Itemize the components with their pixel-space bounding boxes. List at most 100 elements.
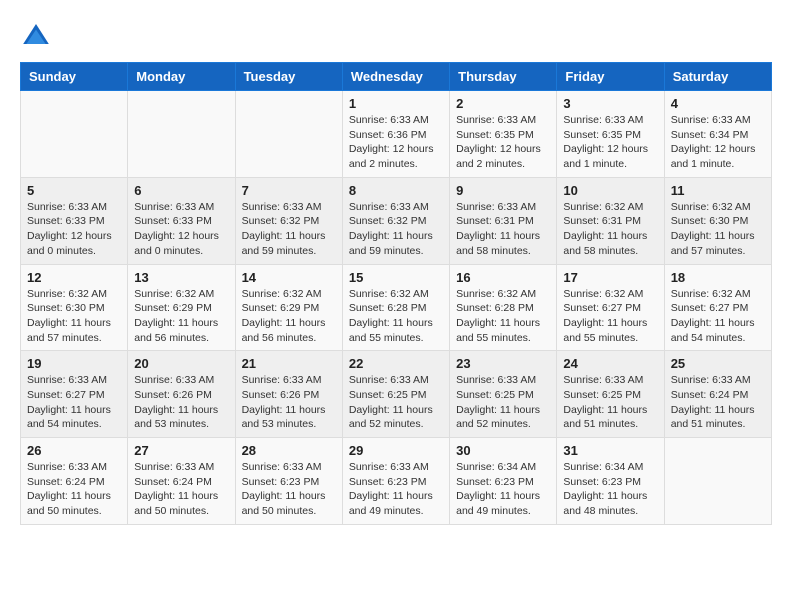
day-number: 23 [456,356,550,371]
calendar-cell: 12 Sunrise: 6:32 AMSunset: 6:30 PMDayligh… [21,264,128,351]
day-info: Sunrise: 6:33 AMSunset: 6:32 PMDaylight:… [242,200,336,259]
day-number: 6 [134,183,228,198]
day-info: Sunrise: 6:33 AMSunset: 6:35 PMDaylight:… [456,113,550,172]
day-of-week-header: Sunday [21,63,128,91]
calendar-week-row: 19Sunrise: 6:33 AMSunset: 6:27 PMDayligh… [21,351,772,438]
calendar-cell: 5 Sunrise: 6:33 AMSunset: 6:33 PMDaylight… [21,177,128,264]
day-info: Sunrise: 6:32 AMSunset: 6:31 PMDaylight:… [563,200,657,259]
day-info: Sunrise: 6:33 AMSunset: 6:25 PMDaylight:… [563,373,657,432]
calendar-cell: 28Sunrise: 6:33 AMSunset: 6:23 PMDayligh… [235,438,342,525]
day-info: Sunrise: 6:33 AMSunset: 6:31 PMDaylight:… [456,200,550,259]
logo [20,20,58,52]
day-number: 27 [134,443,228,458]
day-number: 31 [563,443,657,458]
calendar-cell: 30 Sunrise: 6:34 AMSunset: 6:23 PMDayligh… [450,438,557,525]
day-of-week-header: Thursday [450,63,557,91]
day-number: 28 [242,443,336,458]
day-of-week-header: Monday [128,63,235,91]
calendar-week-row: 26 Sunrise: 6:33 AMSunset: 6:24 PMDayligh… [21,438,772,525]
day-of-week-header: Wednesday [342,63,449,91]
calendar-cell: 21 Sunrise: 6:33 AMSunset: 6:26 PMDayligh… [235,351,342,438]
calendar-week-row: 12 Sunrise: 6:32 AMSunset: 6:30 PMDayligh… [21,264,772,351]
calendar-body: 1Sunrise: 6:33 AMSunset: 6:36 PMDaylight… [21,91,772,525]
day-number: 7 [242,183,336,198]
day-info: Sunrise: 6:32 AMSunset: 6:29 PMDaylight:… [134,287,228,346]
day-number: 16 [456,270,550,285]
calendar-cell: 8Sunrise: 6:33 AMSunset: 6:32 PMDaylight… [342,177,449,264]
day-info: Sunrise: 6:33 AMSunset: 6:23 PMDaylight:… [349,460,443,519]
day-number: 5 [27,183,121,198]
day-number: 4 [671,96,765,111]
calendar-table: SundayMondayTuesdayWednesdayThursdayFrid… [20,62,772,525]
calendar-cell: 14 Sunrise: 6:32 AMSunset: 6:29 PMDayligh… [235,264,342,351]
day-info: Sunrise: 6:33 AMSunset: 6:35 PMDaylight:… [563,113,657,172]
day-number: 17 [563,270,657,285]
day-number: 2 [456,96,550,111]
day-info: Sunrise: 6:33 AMSunset: 6:26 PMDaylight:… [242,373,336,432]
calendar-week-row: 5 Sunrise: 6:33 AMSunset: 6:33 PMDaylight… [21,177,772,264]
calendar-cell [21,91,128,178]
calendar-cell: 31 Sunrise: 6:34 AMSunset: 6:23 PMDayligh… [557,438,664,525]
day-number: 30 [456,443,550,458]
day-number: 11 [671,183,765,198]
day-info: Sunrise: 6:33 AMSunset: 6:34 PMDaylight:… [671,113,765,172]
day-info: Sunrise: 6:32 AMSunset: 6:27 PMDaylight:… [671,287,765,346]
day-number: 21 [242,356,336,371]
calendar-cell: 3 Sunrise: 6:33 AMSunset: 6:35 PMDaylight… [557,91,664,178]
day-number: 12 [27,270,121,285]
day-info: Sunrise: 6:33 AMSunset: 6:26 PMDaylight:… [134,373,228,432]
day-info: Sunrise: 6:34 AMSunset: 6:23 PMDaylight:… [456,460,550,519]
days-of-week-row: SundayMondayTuesdayWednesdayThursdayFrid… [21,63,772,91]
calendar-header: SundayMondayTuesdayWednesdayThursdayFrid… [21,63,772,91]
calendar-cell: 23Sunrise: 6:33 AMSunset: 6:25 PMDayligh… [450,351,557,438]
calendar-cell: 11Sunrise: 6:32 AMSunset: 6:30 PMDayligh… [664,177,771,264]
day-number: 24 [563,356,657,371]
day-info: Sunrise: 6:34 AMSunset: 6:23 PMDaylight:… [563,460,657,519]
day-info: Sunrise: 6:33 AMSunset: 6:24 PMDaylight:… [134,460,228,519]
calendar-week-row: 1Sunrise: 6:33 AMSunset: 6:36 PMDaylight… [21,91,772,178]
day-of-week-header: Tuesday [235,63,342,91]
day-number: 25 [671,356,765,371]
day-info: Sunrise: 6:33 AMSunset: 6:27 PMDaylight:… [27,373,121,432]
calendar-cell: 1Sunrise: 6:33 AMSunset: 6:36 PMDaylight… [342,91,449,178]
day-info: Sunrise: 6:32 AMSunset: 6:29 PMDaylight:… [242,287,336,346]
calendar-cell: 25 Sunrise: 6:33 AMSunset: 6:24 PMDayligh… [664,351,771,438]
day-number: 10 [563,183,657,198]
day-info: Sunrise: 6:32 AMSunset: 6:28 PMDaylight:… [349,287,443,346]
day-info: Sunrise: 6:33 AMSunset: 6:32 PMDaylight:… [349,200,443,259]
day-number: 15 [349,270,443,285]
calendar-cell: 26 Sunrise: 6:33 AMSunset: 6:24 PMDayligh… [21,438,128,525]
day-of-week-header: Friday [557,63,664,91]
calendar-cell: 2 Sunrise: 6:33 AMSunset: 6:35 PMDaylight… [450,91,557,178]
day-number: 13 [134,270,228,285]
day-info: Sunrise: 6:33 AMSunset: 6:25 PMDaylight:… [349,373,443,432]
calendar-cell: 4 Sunrise: 6:33 AMSunset: 6:34 PMDaylight… [664,91,771,178]
day-number: 3 [563,96,657,111]
day-info: Sunrise: 6:33 AMSunset: 6:24 PMDaylight:… [27,460,121,519]
calendar-cell: 15 Sunrise: 6:32 AMSunset: 6:28 PMDayligh… [342,264,449,351]
day-number: 20 [134,356,228,371]
day-of-week-header: Saturday [664,63,771,91]
day-number: 26 [27,443,121,458]
calendar-cell: 29Sunrise: 6:33 AMSunset: 6:23 PMDayligh… [342,438,449,525]
calendar-cell: 6 Sunrise: 6:33 AMSunset: 6:33 PMDaylight… [128,177,235,264]
calendar-cell [128,91,235,178]
day-info: Sunrise: 6:33 AMSunset: 6:24 PMDaylight:… [671,373,765,432]
day-info: Sunrise: 6:33 AMSunset: 6:33 PMDaylight:… [134,200,228,259]
day-info: Sunrise: 6:32 AMSunset: 6:30 PMDaylight:… [27,287,121,346]
calendar-cell: 19Sunrise: 6:33 AMSunset: 6:27 PMDayligh… [21,351,128,438]
day-number: 22 [349,356,443,371]
calendar-cell: 10 Sunrise: 6:32 AMSunset: 6:31 PMDayligh… [557,177,664,264]
calendar-cell: 16 Sunrise: 6:32 AMSunset: 6:28 PMDayligh… [450,264,557,351]
day-number: 18 [671,270,765,285]
day-info: Sunrise: 6:33 AMSunset: 6:33 PMDaylight:… [27,200,121,259]
calendar-cell: 18 Sunrise: 6:32 AMSunset: 6:27 PMDayligh… [664,264,771,351]
calendar-cell: 7 Sunrise: 6:33 AMSunset: 6:32 PMDaylight… [235,177,342,264]
day-number: 14 [242,270,336,285]
day-number: 9 [456,183,550,198]
calendar-cell [664,438,771,525]
day-info: Sunrise: 6:32 AMSunset: 6:27 PMDaylight:… [563,287,657,346]
day-info: Sunrise: 6:32 AMSunset: 6:28 PMDaylight:… [456,287,550,346]
page-header [20,20,772,52]
calendar-cell: 17 Sunrise: 6:32 AMSunset: 6:27 PMDayligh… [557,264,664,351]
